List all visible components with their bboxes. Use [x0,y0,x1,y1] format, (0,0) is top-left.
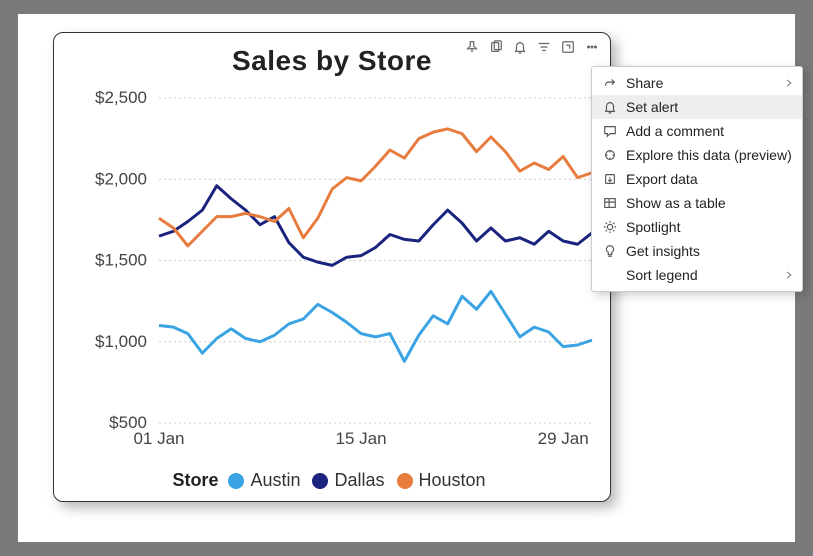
bell-icon [602,99,618,115]
menu-item-export-data[interactable]: Export data [592,167,802,191]
menu-item-label: Explore this data (preview) [626,147,792,163]
y-tick-label: $2,000 [95,169,147,188]
copy-icon[interactable] [486,37,506,57]
x-tick-label: 15 Jan [336,429,387,448]
menu-item-show-as-a-table[interactable]: Show as a table [592,191,802,215]
menu-item-label: Set alert [626,99,678,115]
legend-item-houston: Houston [397,470,486,491]
context-menu: Share Set alert Add a comment Explore this … [591,66,803,292]
legend-title: Store [172,470,218,491]
legend-item-austin: Austin [228,470,300,491]
share-icon [602,75,618,91]
menu-item-label: Show as a table [626,195,726,211]
chevron-right-icon [784,75,794,91]
filter-icon[interactable] [534,37,554,57]
comment-icon [602,123,618,139]
series-line-austin [159,291,592,361]
card-toolbar [462,37,602,57]
menu-item-sort-legend[interactable]: Sort legend [592,263,802,287]
legend-item-dallas: Dallas [312,470,384,491]
bulb-icon [602,243,618,259]
menu-item-label: Sort legend [626,267,698,283]
menu-item-share[interactable]: Share [592,71,802,95]
table-icon [602,195,618,211]
x-tick-label: 29 Jan [538,429,589,448]
chevron-right-icon [784,267,794,283]
blank-icon [602,267,618,283]
more-icon[interactable] [582,37,602,57]
bell-icon[interactable] [510,37,530,57]
y-tick-label: $1,000 [95,332,147,351]
menu-item-label: Get insights [626,243,700,259]
export-icon [602,171,618,187]
focus-icon[interactable] [558,37,578,57]
menu-item-add-a-comment[interactable]: Add a comment [592,119,802,143]
y-tick-label: $1,500 [95,251,147,270]
pin-icon[interactable] [462,37,482,57]
explore-icon [602,147,618,163]
menu-item-get-insights[interactable]: Get insights [592,239,802,263]
x-tick-label: 01 Jan [133,429,184,448]
spotlight-icon [602,219,618,235]
menu-item-set-alert[interactable]: Set alert [592,95,802,119]
series-line-dallas [159,186,592,266]
y-tick-label: $2,500 [95,88,147,107]
menu-item-explore-this-data-preview[interactable]: Explore this data (preview) [592,143,802,167]
menu-item-label: Export data [626,171,698,187]
chart-plot-area: $2,500$2,000$1,500$1,000$50001 Jan15 Jan… [64,88,602,448]
menu-item-label: Spotlight [626,219,680,235]
menu-item-label: Add a comment [626,123,724,139]
menu-item-spotlight[interactable]: Spotlight [592,215,802,239]
chart-legend: Store Austin Dallas Houston [54,470,610,491]
series-line-houston [159,129,592,246]
menu-item-label: Share [626,75,663,91]
chart-card: Sales by Store $2,500$2,000$1,500$1,000$… [53,32,611,502]
